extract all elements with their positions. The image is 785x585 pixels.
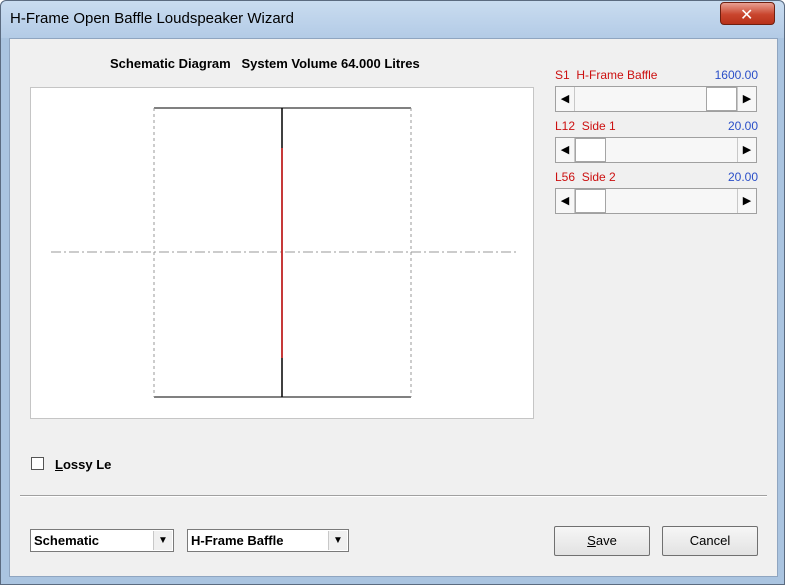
scrollbar-l12[interactable]: ◀ ▶	[555, 137, 757, 163]
type-select[interactable]: H-Frame Baffle ▼	[187, 529, 349, 552]
schematic-drawing	[51, 107, 516, 398]
scroll-right-icon[interactable]: ▶	[737, 87, 756, 111]
view-select[interactable]: Schematic ▼	[30, 529, 174, 552]
scroll-right-icon[interactable]: ▶	[737, 138, 756, 162]
save-button[interactable]: Save	[554, 526, 650, 556]
cancel-button[interactable]: Cancel	[662, 526, 758, 556]
scrollbar-l56[interactable]: ◀ ▶	[555, 188, 757, 214]
window-title: H-Frame Open Baffle Loudspeaker Wizard	[10, 10, 295, 27]
scroll-left-icon[interactable]: ◀	[556, 87, 575, 111]
param-value-l56: 20.00	[727, 170, 758, 184]
scroll-left-icon[interactable]: ◀	[556, 138, 575, 162]
footer-separator	[20, 495, 767, 497]
schematic-diagram	[30, 87, 534, 419]
wizard-window: H-Frame Open Baffle Loudspeaker Wizard ✕…	[0, 0, 785, 585]
scroll-thumb[interactable]	[706, 87, 737, 111]
scroll-thumb[interactable]	[575, 189, 606, 213]
lossy-le-label[interactable]: Lossy Le	[55, 457, 111, 472]
title-bar[interactable]: H-Frame Open Baffle Loudspeaker Wizard ✕	[1, 1, 784, 38]
param-value-l12: 20.00	[727, 119, 758, 133]
chevron-down-icon[interactable]: ▼	[153, 531, 172, 550]
param-label-l56: L56 Side 2	[555, 170, 616, 184]
diagram-heading: Schematic Diagram System Volume 64.000 L…	[110, 56, 420, 71]
lossy-le-checkbox[interactable]	[31, 457, 44, 470]
param-label-l12: L12 Side 1	[555, 119, 616, 133]
close-button[interactable]: ✕	[720, 2, 775, 25]
scrollbar-s1[interactable]: ◀ ▶	[555, 86, 757, 112]
chevron-down-icon[interactable]: ▼	[328, 531, 347, 550]
scroll-right-icon[interactable]: ▶	[737, 189, 756, 213]
type-select-value: H-Frame Baffle	[191, 533, 284, 548]
view-select-value: Schematic	[34, 533, 100, 548]
scroll-left-icon[interactable]: ◀	[556, 189, 575, 213]
param-value-s1: 1600.00	[714, 68, 758, 82]
param-label-s1: S1 H-Frame Baffle	[555, 68, 658, 82]
close-icon: ✕	[740, 7, 754, 24]
dialog-client-area: Schematic Diagram System Volume 64.000 L…	[9, 38, 778, 577]
scroll-thumb[interactable]	[575, 138, 606, 162]
